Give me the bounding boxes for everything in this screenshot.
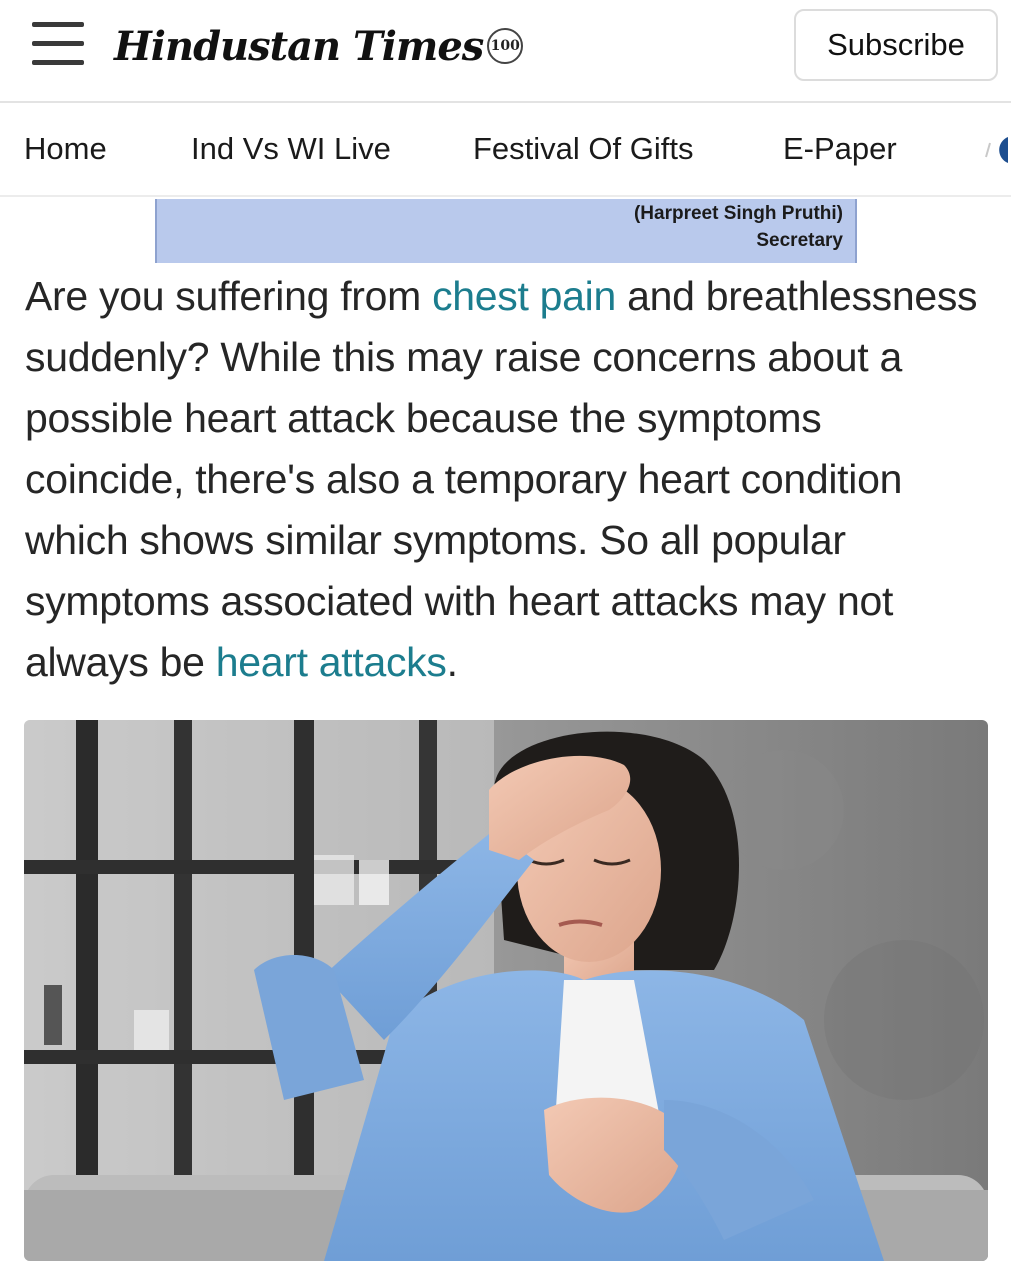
article-text: Are you suffering from — [25, 273, 433, 319]
site-header: Hindustan Times 100 Subscribe — [0, 0, 1011, 103]
nav-overflow-icon[interactable] — [984, 133, 1008, 167]
ad-name-line: (Harpreet Singh Pruthi) — [633, 203, 843, 224]
nav-item-e-paper[interactable]: E-Paper — [783, 131, 897, 167]
site-logo[interactable]: Hindustan Times 100 — [114, 18, 524, 74]
article-text: . — [446, 639, 458, 685]
article-paragraph: Are you suffering from chest pain and br… — [25, 266, 990, 693]
article-photo — [24, 720, 988, 1261]
top-nav: Home Ind Vs WI Live Festival Of Gifts E-… — [0, 103, 1011, 197]
centenary-badge-icon: 100 — [487, 28, 524, 64]
woman-chest-pain-illustration — [24, 720, 988, 1261]
nav-item-festival-of-gifts[interactable]: Festival Of Gifts — [473, 131, 693, 167]
subscribe-button[interactable]: Subscribe — [794, 9, 998, 81]
logo-text: Hindustan Times — [114, 22, 484, 70]
ad-title-line: Secretary — [756, 230, 843, 251]
advertisement-banner[interactable]: (Harpreet Singh Pruthi) Secretary — [155, 199, 857, 263]
nav-item-ind-vs-wi-live[interactable]: Ind Vs WI Live — [191, 131, 391, 167]
article-text: and breathlessness suddenly? While this … — [25, 273, 978, 685]
menu-icon[interactable] — [32, 22, 84, 66]
nav-item-home[interactable]: Home — [24, 131, 107, 167]
heart-attacks-link[interactable]: heart attacks — [216, 639, 447, 685]
chest-pain-link[interactable]: chest pain — [432, 273, 616, 319]
